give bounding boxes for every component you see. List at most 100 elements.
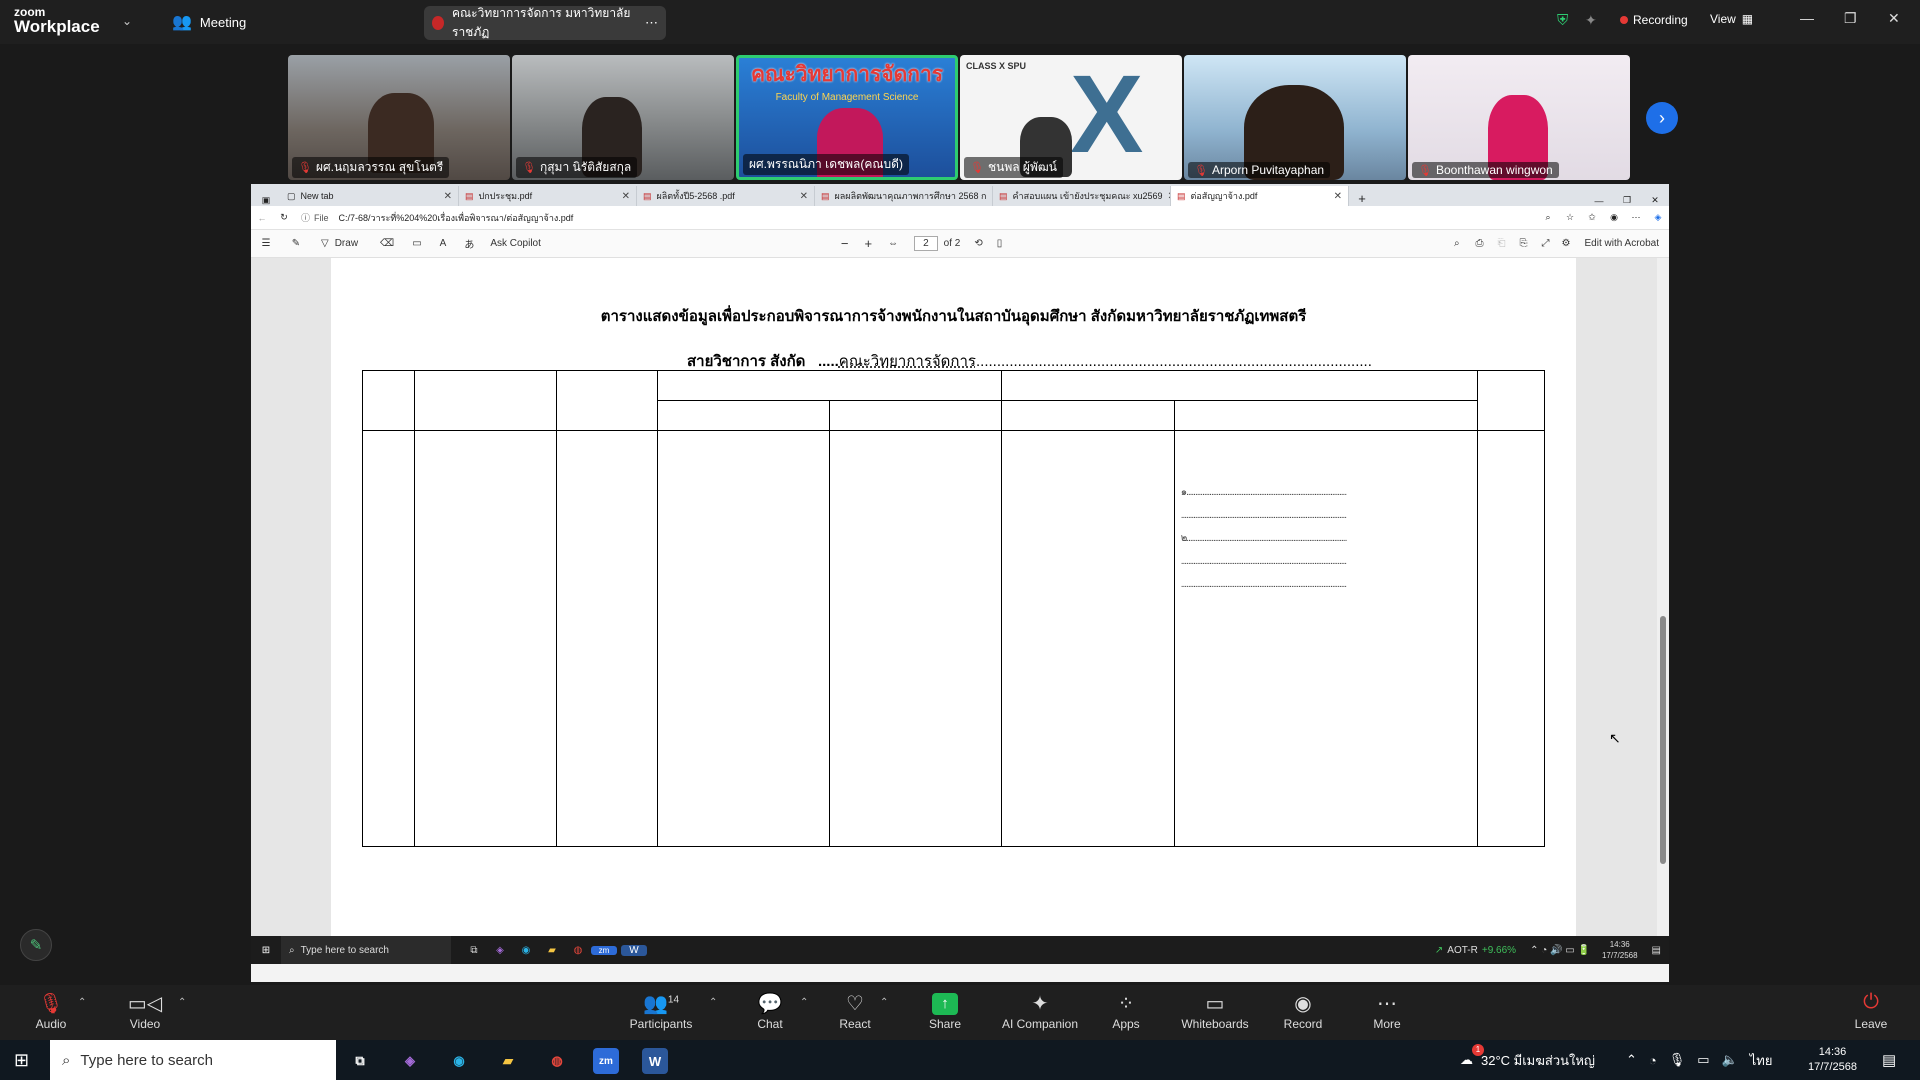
close-tab-icon[interactable]: ✕: [444, 191, 452, 202]
favorites-icon[interactable]: ✩: [1581, 212, 1603, 223]
fit-page-icon[interactable]: ⇔: [888, 238, 898, 249]
rotate-icon[interactable]: ⟲: [974, 238, 982, 249]
new-tab-icon[interactable]: +: [1349, 191, 1375, 206]
settings-icon[interactable]: ⚙: [1562, 238, 1571, 249]
annotate-pencil-icon[interactable]: ✎: [20, 929, 52, 961]
browser-tab[interactable]: ▤ ผลิตทั้งปี5-2568 .pdf ✕: [637, 186, 815, 206]
ask-copilot-button[interactable]: Ask Copilot: [490, 238, 541, 249]
react-options-icon[interactable]: ⌃: [880, 997, 888, 1008]
volume-icon[interactable]: 🔈: [1722, 1052, 1738, 1068]
more-icon[interactable]: ⋯: [645, 15, 658, 31]
view-button[interactable]: View ▦: [1710, 12, 1753, 26]
chrome-icon[interactable]: ◍: [565, 945, 591, 956]
participant-tile-1[interactable]: 🎙 ผศ.นฤมลวรรณ สุขโนตรี: [288, 55, 510, 180]
windows-start-icon[interactable]: ⊞: [251, 945, 281, 956]
participants-options-icon[interactable]: ⌃: [709, 997, 717, 1008]
zoom-in-icon[interactable]: +: [864, 236, 872, 251]
task-view-icon[interactable]: ⧉: [347, 1048, 373, 1074]
next-page-icon[interactable]: ›: [1646, 102, 1678, 134]
meet-icon[interactable]: ◔: [1649, 1053, 1657, 1068]
edit-with-acrobat-button[interactable]: Edit with Acrobat: [1585, 238, 1659, 249]
close-icon[interactable]: ✕: [1641, 195, 1669, 206]
language-indicator[interactable]: ไทย: [1750, 1050, 1773, 1071]
text-icon[interactable]: ▭: [412, 238, 421, 249]
participants-button[interactable]: 👥14 Participants: [616, 991, 706, 1031]
video-button[interactable]: ▭◁ Video: [100, 991, 190, 1031]
notification-icon[interactable]: ▤: [1652, 945, 1661, 956]
zoom-app-icon[interactable]: zm: [593, 1048, 619, 1074]
zoom-app-icon[interactable]: zm: [591, 945, 617, 955]
back-icon[interactable]: ←: [251, 213, 273, 223]
save-as-icon[interactable]: ⎘: [1520, 238, 1528, 249]
notification-icon[interactable]: ▤: [1882, 1040, 1896, 1080]
zoom-out-icon[interactable]: −: [841, 236, 849, 251]
file-explorer-icon[interactable]: ▰: [495, 1048, 521, 1074]
participant-tile-4[interactable]: CLASS X SPU X 🎙 ชนพล ผู้พัฒน์: [960, 55, 1182, 180]
refresh-icon[interactable]: ↻: [273, 212, 295, 223]
copilot-icon[interactable]: ◈: [397, 1048, 423, 1074]
more-button[interactable]: ⋯ More: [1342, 991, 1432, 1031]
restore-icon[interactable]: ❐: [1844, 10, 1857, 27]
search-icon[interactable]: ⌕: [1454, 238, 1460, 249]
close-tab-icon[interactable]: ✕: [622, 191, 630, 202]
edge-icon[interactable]: ◉: [513, 945, 539, 956]
file-explorer-icon[interactable]: ▰: [539, 945, 565, 956]
leave-button[interactable]: ⏻ Leave: [1826, 991, 1916, 1031]
meeting-tab[interactable]: คณะวิทยาการจัดการ มหาวิทยาลัยราชภัฏ ⋯: [424, 6, 666, 40]
mic-icon[interactable]: 🎙: [1669, 1052, 1686, 1068]
system-tray[interactable]: ⌃ ◔ 🎙 ▭ 🔈 ไทย: [1626, 1040, 1773, 1080]
word-icon[interactable]: W: [621, 944, 647, 956]
fullscreen-icon[interactable]: ⤢: [1542, 238, 1550, 249]
browser-tab[interactable]: ▢ New tab ✕: [281, 186, 459, 206]
participant-tile-3-active-speaker[interactable]: คณะวิทยาการจัดการ Faculty of Management …: [736, 55, 958, 180]
windows-search-box[interactable]: ⌕ Type here to search: [50, 1040, 336, 1080]
profile-icon[interactable]: ◉: [1603, 212, 1625, 223]
copilot-icon[interactable]: ◈: [1647, 212, 1669, 223]
save-icon[interactable]: ⎗: [1498, 238, 1506, 249]
inner-clock[interactable]: 14:36 17/7/2568: [1602, 939, 1638, 961]
whiteboards-button[interactable]: ▭ Whiteboards: [1170, 991, 1260, 1031]
scroll-thumb[interactable]: [1660, 616, 1666, 864]
edge-icon[interactable]: ◉: [446, 1048, 472, 1074]
word-icon[interactable]: W: [642, 1048, 668, 1074]
share-button[interactable]: ↑ Share: [900, 991, 990, 1031]
chevron-down-icon[interactable]: ⌄: [122, 14, 132, 28]
chrome-icon[interactable]: ◍: [544, 1048, 570, 1074]
draw-icon[interactable]: ▽: [321, 238, 329, 249]
close-icon[interactable]: ✕: [1888, 10, 1900, 27]
browser-tab[interactable]: ▤ผลผลิตพัฒนาคุณภาพการศึกษา 2568 ก✕: [815, 186, 993, 206]
info-icon[interactable]: ⓘ: [301, 211, 310, 224]
participant-tile-5[interactable]: 🎙 Arporn Puvitayaphan: [1184, 55, 1406, 180]
sparkle-icon[interactable]: ✦: [1585, 12, 1597, 29]
highlight-icon[interactable]: ✎: [281, 238, 311, 249]
minimize-icon[interactable]: —: [1800, 10, 1814, 26]
audio-options-icon[interactable]: ⌃: [78, 997, 86, 1008]
url-field[interactable]: C:/7-68/วาระที่%204%20เรื่องเพื่อพิจารณา…: [339, 211, 574, 225]
ai-companion-button[interactable]: ✦ AI Companion: [995, 991, 1085, 1031]
eraser-icon[interactable]: ⌫: [380, 238, 394, 249]
minimize-icon[interactable]: —: [1585, 196, 1613, 206]
tab-actions-icon[interactable]: ▣: [251, 195, 281, 206]
windows-start-icon[interactable]: ⊞: [14, 1050, 29, 1071]
video-options-icon[interactable]: ⌃: [178, 997, 186, 1008]
clock[interactable]: 14:36 17/7/2568: [1808, 1040, 1857, 1080]
pdf-scrollbar[interactable]: [1657, 258, 1669, 936]
print-icon[interactable]: ⎙: [1476, 238, 1484, 249]
meeting-menu[interactable]: 👥 Meeting: [172, 12, 246, 32]
favorite-star-icon[interactable]: ☆: [1559, 212, 1581, 223]
browser-tab[interactable]: ▤คำสอบแผน เข้ายังประชุมคณะ xu2569✕: [993, 186, 1171, 206]
chat-options-icon[interactable]: ⌃: [800, 997, 808, 1008]
apps-button[interactable]: ⁘ Apps: [1081, 991, 1171, 1031]
contents-icon[interactable]: ☰: [251, 238, 281, 249]
translate-icon[interactable]: あ: [464, 236, 474, 251]
page-view-icon[interactable]: ▯: [997, 238, 1003, 249]
pdf-viewer[interactable]: ตารางแสดงข้อมูลเพื่อประกอบพิจารณาการจ้าง…: [251, 258, 1669, 936]
read-aloud-icon[interactable]: A: [440, 238, 447, 249]
record-button[interactable]: ◉ Record: [1258, 991, 1348, 1031]
restore-icon[interactable]: ❐: [1613, 195, 1641, 206]
copilot-icon[interactable]: ◈: [487, 945, 513, 956]
page-number-input[interactable]: 2: [914, 236, 938, 251]
participant-tile-6[interactable]: 🎙 Boonthawan wingwon: [1408, 55, 1630, 180]
tray-icons[interactable]: ⌃ ◔ 🔊 ▭ 🔋: [1530, 945, 1590, 956]
weather-widget[interactable]: ☁ 1 32°C มีเมฆส่วนใหญ่: [1460, 1040, 1595, 1080]
